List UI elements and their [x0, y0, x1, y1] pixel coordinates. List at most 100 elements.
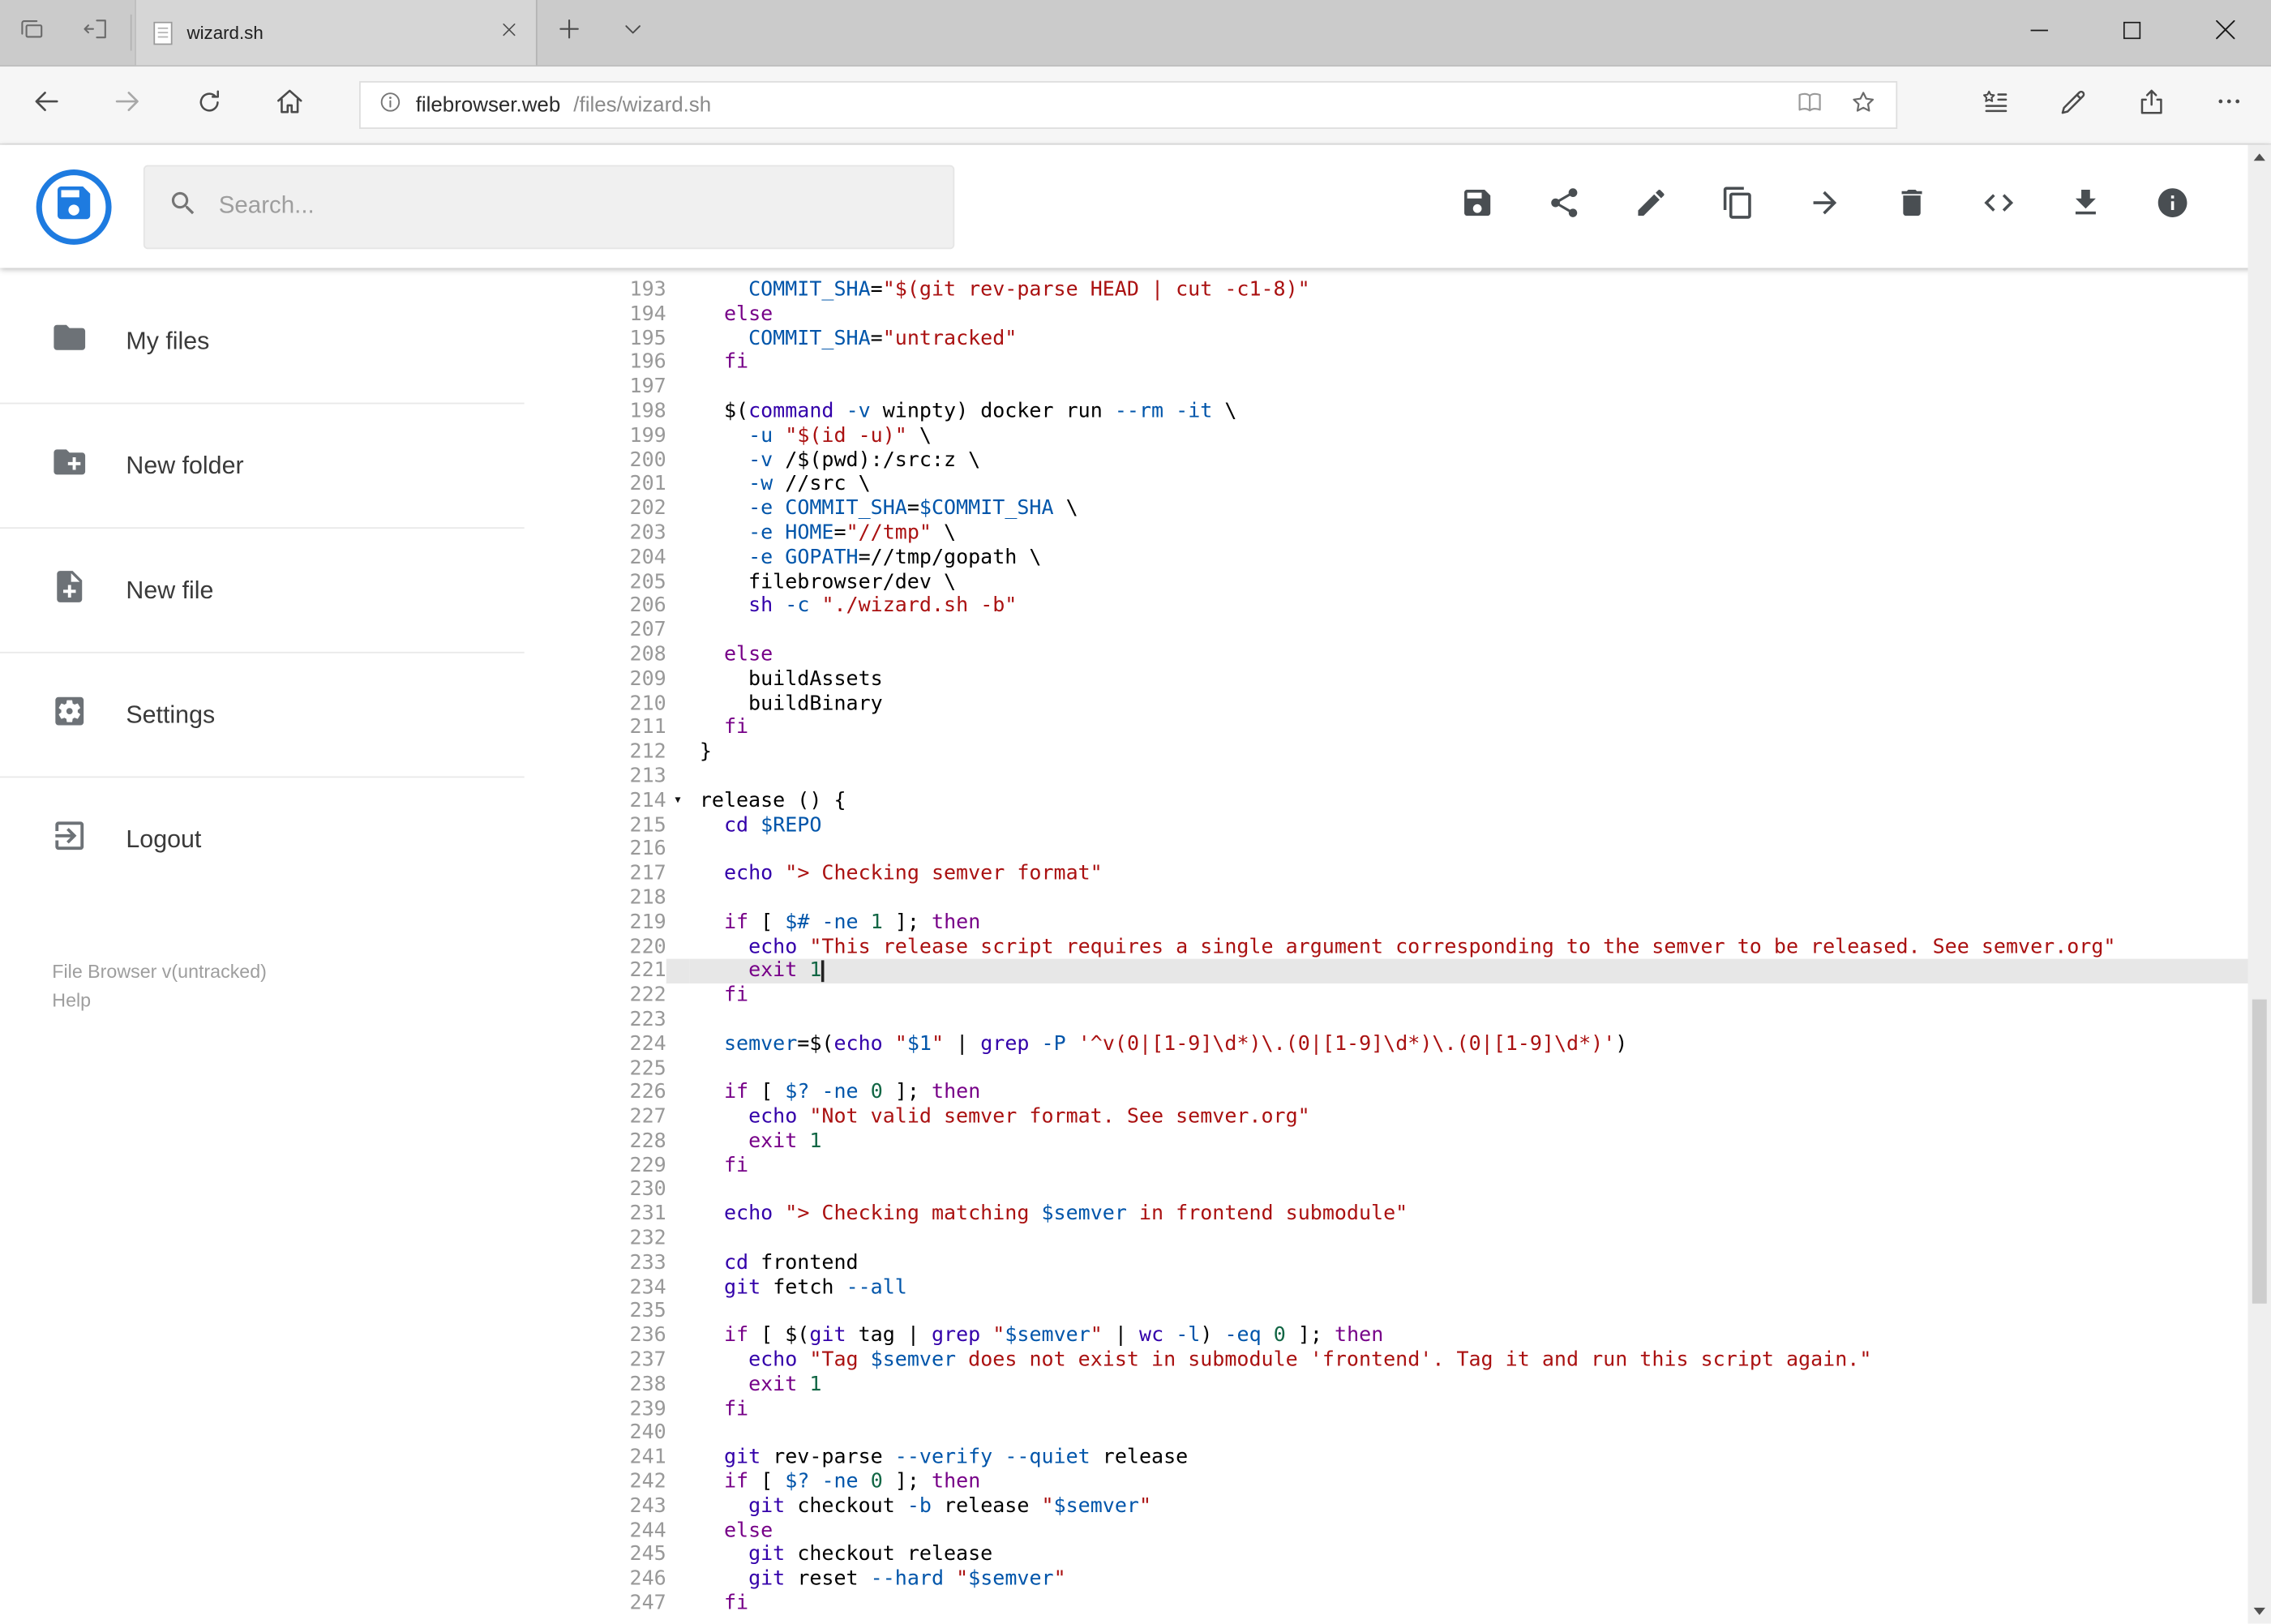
- code-line[interactable]: 217 echo "> Checking semver format": [608, 862, 2271, 886]
- code-line[interactable]: 219 if [ $# -ne 1 ]; then: [608, 911, 2271, 935]
- help-link[interactable]: Help: [52, 987, 267, 1016]
- home-button[interactable]: [249, 66, 330, 144]
- code-line[interactable]: 229 fi: [608, 1154, 2271, 1178]
- web-note-button[interactable]: [2033, 66, 2111, 144]
- code-line[interactable]: 224 semver=$(echo "$1" | grep -P '^v(0|[…: [608, 1032, 2271, 1056]
- sidebar-item-logout[interactable]: Logout: [0, 778, 608, 901]
- code-line[interactable]: 197: [608, 375, 2271, 400]
- hub-favorites-button[interactable]: [1956, 66, 2033, 144]
- search-box[interactable]: [143, 164, 955, 249]
- code-line[interactable]: 221 exit 1: [608, 959, 2271, 984]
- code-line[interactable]: 214 ▾ release () {: [608, 789, 2271, 813]
- window-minimize-button[interactable]: [1993, 0, 2085, 66]
- app-version-link[interactable]: File Browser v(untracked): [52, 958, 267, 987]
- site-info-icon[interactable]: [378, 89, 402, 121]
- code-line[interactable]: 216: [608, 838, 2271, 862]
- download-button[interactable]: [2068, 189, 2103, 224]
- code-line[interactable]: 220 echo "This release script requires a…: [608, 935, 2271, 959]
- file-browser-logo[interactable]: [36, 169, 112, 245]
- code-line[interactable]: 194 else: [608, 302, 2271, 327]
- code-editor[interactable]: 193 COMMIT_SHA="$(git rev-parse HEAD | c…: [608, 268, 2271, 1623]
- new-tab-button[interactable]: [538, 0, 602, 65]
- code-line[interactable]: 233 cd frontend: [608, 1251, 2271, 1275]
- set-tabs-aside-button[interactable]: [64, 0, 128, 65]
- code-line[interactable]: 247 fi: [608, 1592, 2271, 1616]
- code-line[interactable]: 208 else: [608, 643, 2271, 667]
- code-line[interactable]: 231 echo "> Checking matching $semver in…: [608, 1202, 2271, 1227]
- code-line[interactable]: 218: [608, 886, 2271, 911]
- code-line[interactable]: 198 $(command -v winpty) docker run --rm…: [608, 400, 2271, 424]
- code-line[interactable]: 213: [608, 765, 2271, 789]
- code-line[interactable]: 199 -u "$(id -u)" \: [608, 424, 2271, 448]
- code-line[interactable]: 195 COMMIT_SHA="untracked": [608, 327, 2271, 351]
- code-line[interactable]: 242 if [ $? -ne 0 ]; then: [608, 1470, 2271, 1494]
- code-line[interactable]: 203 -e HOME="//tmp" \: [608, 521, 2271, 546]
- tab-close-icon[interactable]: [499, 19, 518, 45]
- code-line[interactable]: 201 -w //src \: [608, 473, 2271, 497]
- code-line[interactable]: 238 exit 1: [608, 1373, 2271, 1397]
- tab-list-dropdown-button[interactable]: [601, 0, 665, 65]
- more-options-button[interactable]: [2190, 66, 2268, 144]
- code-line[interactable]: 206 sh -c "./wizard.sh -b": [608, 594, 2271, 619]
- favorite-star-icon[interactable]: [1848, 86, 1879, 123]
- code-line[interactable]: 215 cd $REPO: [608, 813, 2271, 838]
- search-input[interactable]: [218, 192, 930, 221]
- browser-tab[interactable]: wizard.sh: [135, 0, 538, 66]
- move-button[interactable]: [1807, 189, 1842, 224]
- code-line[interactable]: 200 -v /$(pwd):/src:z \: [608, 448, 2271, 473]
- code-line[interactable]: 236 if [ $(git tag | grep "$semver" | wc…: [608, 1324, 2271, 1348]
- copy-button[interactable]: [1720, 186, 1755, 224]
- tab-preview-button[interactable]: [0, 0, 64, 65]
- code-line[interactable]: 230: [608, 1178, 2271, 1202]
- sidebar-item-new-file[interactable]: New file: [0, 529, 608, 652]
- sidebar-item-my-files[interactable]: My files: [0, 280, 608, 403]
- code-line[interactable]: 240: [608, 1421, 2271, 1446]
- code-line[interactable]: 227 echo "Not valid semver format. See s…: [608, 1105, 2271, 1129]
- scrollbar-thumb[interactable]: [2252, 999, 2267, 1304]
- browser-scrollbar[interactable]: [2247, 144, 2271, 1624]
- code-line[interactable]: 228 exit 1: [608, 1129, 2271, 1154]
- code-line[interactable]: 246 git reset --hard "$semver": [608, 1567, 2271, 1592]
- info-button[interactable]: [2155, 188, 2190, 224]
- back-button[interactable]: [6, 66, 87, 144]
- share-button[interactable]: [1547, 188, 1582, 224]
- code-line[interactable]: 210 buildBinary: [608, 692, 2271, 716]
- scroll-down-arrow-icon[interactable]: [2247, 1599, 2271, 1623]
- code-line[interactable]: 212}: [608, 740, 2271, 765]
- sidebar-item-new-folder[interactable]: New folder: [0, 404, 608, 527]
- forward-button[interactable]: [87, 66, 168, 144]
- code-line[interactable]: 204 -e GOPATH=//tmp/gopath \: [608, 546, 2271, 570]
- reading-view-icon[interactable]: [1794, 86, 1825, 123]
- delete-button[interactable]: [1895, 189, 1930, 224]
- scroll-up-arrow-icon[interactable]: [2247, 145, 2271, 169]
- sidebar-item-settings[interactable]: Settings: [0, 653, 608, 777]
- code-line[interactable]: 245 git checkout release: [608, 1543, 2271, 1567]
- window-maximize-button[interactable]: [2085, 0, 2178, 66]
- code-line[interactable]: 209 buildAssets: [608, 667, 2271, 692]
- code-line[interactable]: 211 fi: [608, 716, 2271, 740]
- editor-button[interactable]: [1982, 189, 2016, 224]
- code-line[interactable]: 225: [608, 1056, 2271, 1081]
- share-button-browser[interactable]: [2112, 66, 2190, 144]
- code-line[interactable]: 243 git checkout -b release "$semver": [608, 1494, 2271, 1519]
- save-button[interactable]: [1460, 189, 1495, 224]
- code-line[interactable]: 205 filebrowser/dev \: [608, 570, 2271, 594]
- code-line[interactable]: 223: [608, 1008, 2271, 1032]
- code-line[interactable]: 232: [608, 1227, 2271, 1251]
- window-close-button[interactable]: [2179, 0, 2271, 66]
- refresh-button[interactable]: [168, 66, 249, 144]
- code-line[interactable]: 202 -e COMMIT_SHA=$COMMIT_SHA \: [608, 497, 2271, 521]
- code-line[interactable]: 239 fi: [608, 1397, 2271, 1421]
- code-line[interactable]: 207: [608, 619, 2271, 643]
- code-line[interactable]: 234 git fetch --all: [608, 1275, 2271, 1300]
- code-line[interactable]: 235: [608, 1300, 2271, 1324]
- code-line[interactable]: 241 git rev-parse --verify --quiet relea…: [608, 1446, 2271, 1470]
- fold-marker-icon[interactable]: ▾: [666, 789, 690, 813]
- code-line[interactable]: 237 echo "Tag $semver does not exist in …: [608, 1348, 2271, 1373]
- address-bar[interactable]: filebrowser.web/files/wizard.sh: [359, 81, 1898, 129]
- code-line[interactable]: 226 if [ $? -ne 0 ]; then: [608, 1081, 2271, 1105]
- code-line[interactable]: 196 fi: [608, 351, 2271, 375]
- code-line[interactable]: 193 COMMIT_SHA="$(git rev-parse HEAD | c…: [608, 278, 2271, 302]
- rename-button[interactable]: [1634, 189, 1669, 224]
- code-line[interactable]: 222 fi: [608, 983, 2271, 1008]
